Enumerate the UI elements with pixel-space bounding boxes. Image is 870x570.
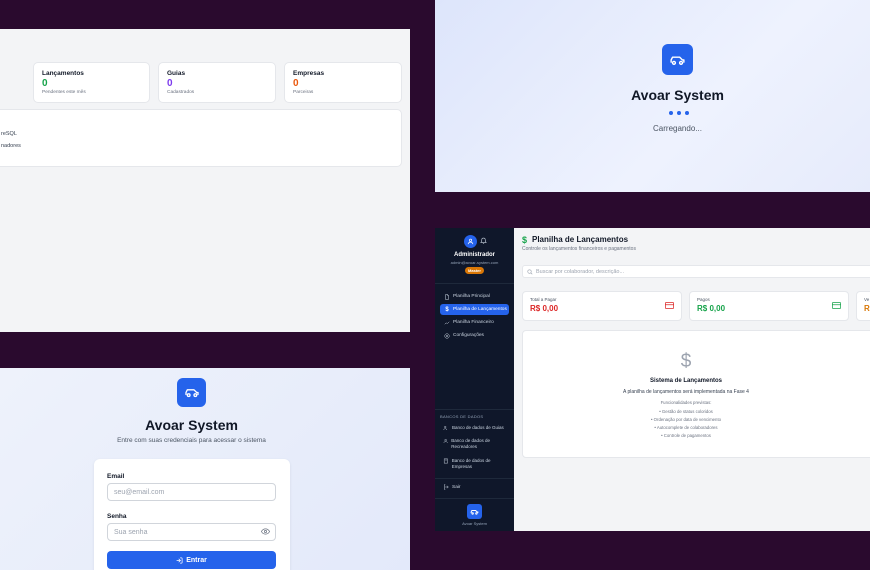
sidebar-item-db-guias[interactable]: Banco de dados de Guias [440,425,509,431]
sidebar-item-planilha-financeiro[interactable]: Planilha Financeiro [440,317,509,328]
building-icon [443,458,448,464]
stat-card-lancamentos: Lançamentos 0 Pendentes este mês [33,62,150,103]
placeholder-box: $ Sistema de Lançamentos A planilha de l… [522,330,870,458]
feature-item: • Ordenação por data de vencimento [650,417,722,422]
placeholder-description: A planilha de lançamentos será implement… [623,389,749,395]
features-heading: Funcionalidades previstas: [660,400,712,405]
sidebar: Administrador admin@avoar-system.com Mas… [435,228,514,531]
sidebar-item-label: Planilha Principal [453,294,490,299]
sidebar-item-configuracoes[interactable]: Configurações [440,330,509,341]
sidebar-divider [435,498,514,499]
feature-item: • Autocomplete de colaboradores [654,425,718,430]
login-subtitle: Entre com suas credenciais para acessar … [117,437,266,444]
dashboard-panel: Lançamentos 0 Pendentes este mês Guias 0… [0,29,410,332]
loading-dots [669,111,689,115]
search-placeholder: Buscar por colaborador, descrição... [536,268,625,275]
car-logo-icon [177,378,206,407]
stat-card-subtitle: Cadastrados [167,90,195,95]
page-title: Planilha de Lançamentos [532,235,629,244]
password-field[interactable]: Sua senha [107,523,276,541]
login-arrow-icon [176,557,183,563]
user-email: admin@avoar-system.com [450,260,499,265]
logout-label: Sair [452,484,461,490]
car-logo-icon [467,504,482,519]
stat-card-value: 0 [167,78,173,89]
login-title: Avoar System [145,417,238,433]
placeholder-title: Sistema de Lançamentos [649,378,723,384]
feature-item: • Gestão de status coloridos [659,409,713,414]
search-icon [527,268,533,274]
dollar-icon: $ [445,306,449,313]
sidebar-item-label: Planilha de Lançamentos [453,307,507,312]
user-icon [443,439,448,443]
logout-icon [444,484,449,490]
card-total-a-pagar: Total a Pagar R$ 0,00 [522,291,682,321]
stat-card-guias: Guias 0 Cadastrados [158,62,276,103]
email-field[interactable]: seu@email.com [107,483,276,501]
login-card: Email seu@email.com Senha Sua senha Entr… [94,459,290,570]
app-panel: Administrador admin@avoar-system.com Mas… [435,228,870,531]
stat-card-subtitle: Pendentes este mês [42,90,86,95]
sidebar-item-db-recreadores[interactable]: Banco de dados de Recreadores [440,438,509,450]
dollar-icon: $ [680,351,692,372]
sidebar-divider [435,283,514,284]
email-label: Email [107,473,125,480]
card-value: R$ 0,00 [530,304,559,313]
user-name: Administrador [453,252,495,258]
sidebar-divider [435,409,514,410]
sidebar-item-label: Banco de dados de Guias [452,425,504,430]
password-placeholder: Sua senha [114,529,148,536]
sidebar-divider [435,478,514,479]
stat-card-title: Lançamentos [42,70,84,77]
car-logo-icon [662,44,693,75]
sidebar-item-label: Banco de dados de Recreadores [451,438,491,449]
sidebar-item-label: Banco de dados de Empresas [451,458,491,469]
login-button[interactable]: Entrar [107,551,276,569]
feature-item: • Controle de pagamentos [661,433,711,438]
loading-text: Carregando... [653,124,702,133]
info-line: reSQL [1,131,17,137]
password-label: Senha [107,513,127,520]
sidebar-item-planilha-lancamentos[interactable]: $ Planilha de Lançamentos [440,304,509,315]
loading-title: Avoar System [631,87,724,103]
card-title: Pagos [697,297,710,302]
stat-card-title: Guias [167,70,186,77]
card-value: R$ [864,304,870,313]
logout-button[interactable]: Sair [440,484,461,490]
search-input[interactable]: Buscar por colaborador, descrição... [522,265,870,278]
card-vencidos-partial: Ve R$ [856,291,870,321]
users-icon [443,426,447,431]
dollar-icon: $ [522,235,528,245]
eye-icon[interactable] [261,528,270,535]
stat-card-empresas: Empresas 0 Parceiras [284,62,402,103]
sidebar-item-db-empresas[interactable]: Banco de dados de Empresas [440,458,509,470]
stat-card-title: Empresas [293,70,325,77]
stat-card-value: 0 [42,78,48,89]
sidebar-item-label: Planilha Financeiro [453,320,494,325]
bell-icon[interactable] [480,237,487,245]
sidebar-item-label: Configurações [453,333,484,338]
card-title: Ve [864,297,870,302]
system-info-box: reSQL nadores [0,109,402,167]
user-avatar-icon[interactable] [464,235,477,248]
login-panel: Avoar System Entre com suas credenciais … [0,368,410,570]
stat-card-value: 0 [293,78,299,89]
db-section-header: BANCOS DE DADOS [440,414,484,419]
stat-card-subtitle: Parceiras [293,90,314,95]
settings-icon [444,333,450,338]
sidebar-item-planilha-principal[interactable]: Planilha Principal [440,291,509,302]
loading-panel: Avoar System Carregando... [435,0,870,192]
credit-card-icon [665,302,674,309]
trend-icon [444,321,450,324]
page-subtitle: Controle os lançamentos financeiros e pa… [522,246,636,252]
role-badge: Master [465,267,484,274]
sidebar-app-name: Avoar System [462,521,487,526]
file-icon [445,293,449,300]
card-title: Total a Pagar [530,297,557,302]
info-line: nadores [1,143,21,149]
card-value: R$ 0,00 [697,304,726,313]
card-pagos: Pagos R$ 0,00 [689,291,849,321]
credit-card-icon [832,302,841,309]
login-button-label: Entrar [186,556,207,564]
